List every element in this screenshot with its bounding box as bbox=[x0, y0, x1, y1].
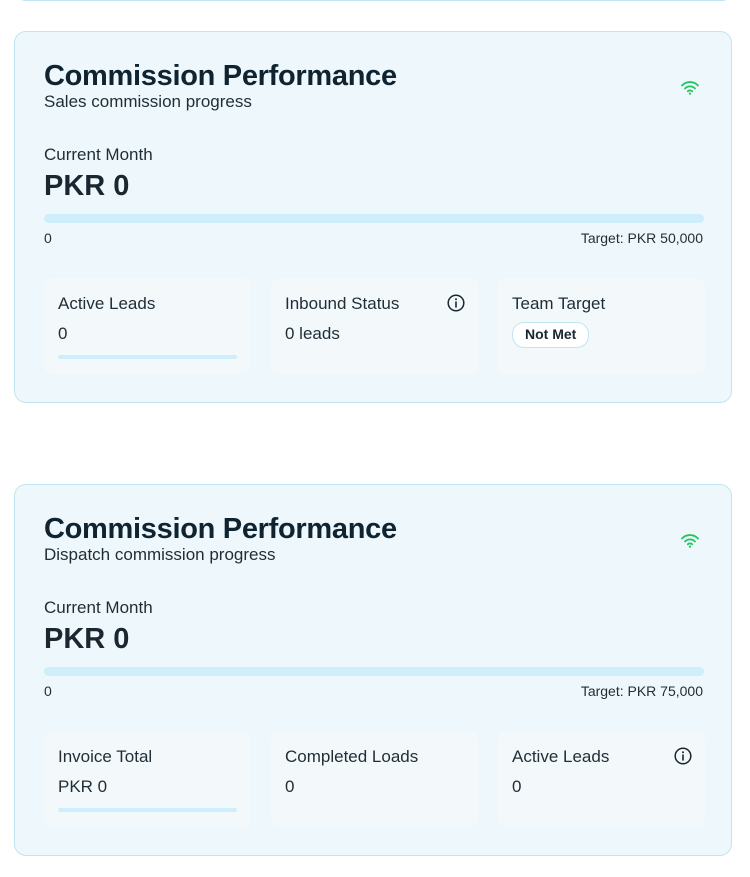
commission-progress-bar bbox=[44, 667, 704, 676]
commission-card-dispatch: Commission Performance Dispatch commissi… bbox=[14, 484, 732, 856]
progress-start-label: 0 bbox=[44, 683, 52, 699]
stat-progress-bar bbox=[58, 355, 237, 359]
stat-label: Team Target bbox=[512, 294, 606, 313]
stat-label: Inbound Status bbox=[285, 294, 400, 313]
stat-completed-loads: Completed Loads 0 bbox=[271, 731, 478, 827]
card-subtitle: Dispatch commission progress bbox=[44, 545, 276, 564]
info-icon[interactable] bbox=[674, 747, 692, 765]
stat-invoice-total: Invoice Total PKR 0 bbox=[44, 731, 251, 827]
stat-progress-bar bbox=[58, 808, 237, 812]
info-icon[interactable] bbox=[447, 294, 465, 312]
stat-team-target: Team Target Not Met bbox=[498, 278, 705, 374]
status-badge: Not Met bbox=[512, 322, 590, 348]
card-subtitle: Sales commission progress bbox=[44, 92, 252, 111]
wifi-icon bbox=[681, 534, 699, 548]
stat-active-leads: Active Leads 0 bbox=[498, 731, 705, 827]
current-month-amount: PKR 0 bbox=[44, 623, 130, 655]
card-title: Commission Performance bbox=[44, 513, 397, 545]
current-month-label: Current Month bbox=[44, 598, 153, 617]
previous-card-edge bbox=[14, 0, 734, 1]
stat-value: 0 bbox=[58, 324, 68, 343]
stat-label: Completed Loads bbox=[285, 747, 419, 766]
stat-active-leads: Active Leads 0 bbox=[44, 278, 251, 374]
current-month-label: Current Month bbox=[44, 145, 153, 164]
stat-value: 0 bbox=[285, 777, 295, 796]
progress-target-label: Target: PKR 75,000 bbox=[580, 683, 703, 699]
stat-value: 0 bbox=[512, 777, 522, 796]
card-title: Commission Performance bbox=[44, 60, 397, 92]
current-month-amount: PKR 0 bbox=[44, 170, 130, 202]
progress-start-label: 0 bbox=[44, 230, 52, 246]
commission-card-sales: Commission Performance Sales commission … bbox=[14, 31, 732, 403]
stat-inbound-status: Inbound Status 0 leads bbox=[271, 278, 478, 374]
stat-value: 0 leads bbox=[285, 324, 340, 343]
stat-label: Invoice Total bbox=[58, 747, 153, 766]
stat-value: PKR 0 bbox=[58, 777, 108, 796]
stat-label: Active Leads bbox=[512, 747, 610, 766]
stat-label: Active Leads bbox=[58, 294, 156, 313]
wifi-icon bbox=[681, 81, 699, 95]
commission-progress-bar bbox=[44, 214, 704, 223]
progress-target-label: Target: PKR 50,000 bbox=[580, 230, 703, 246]
